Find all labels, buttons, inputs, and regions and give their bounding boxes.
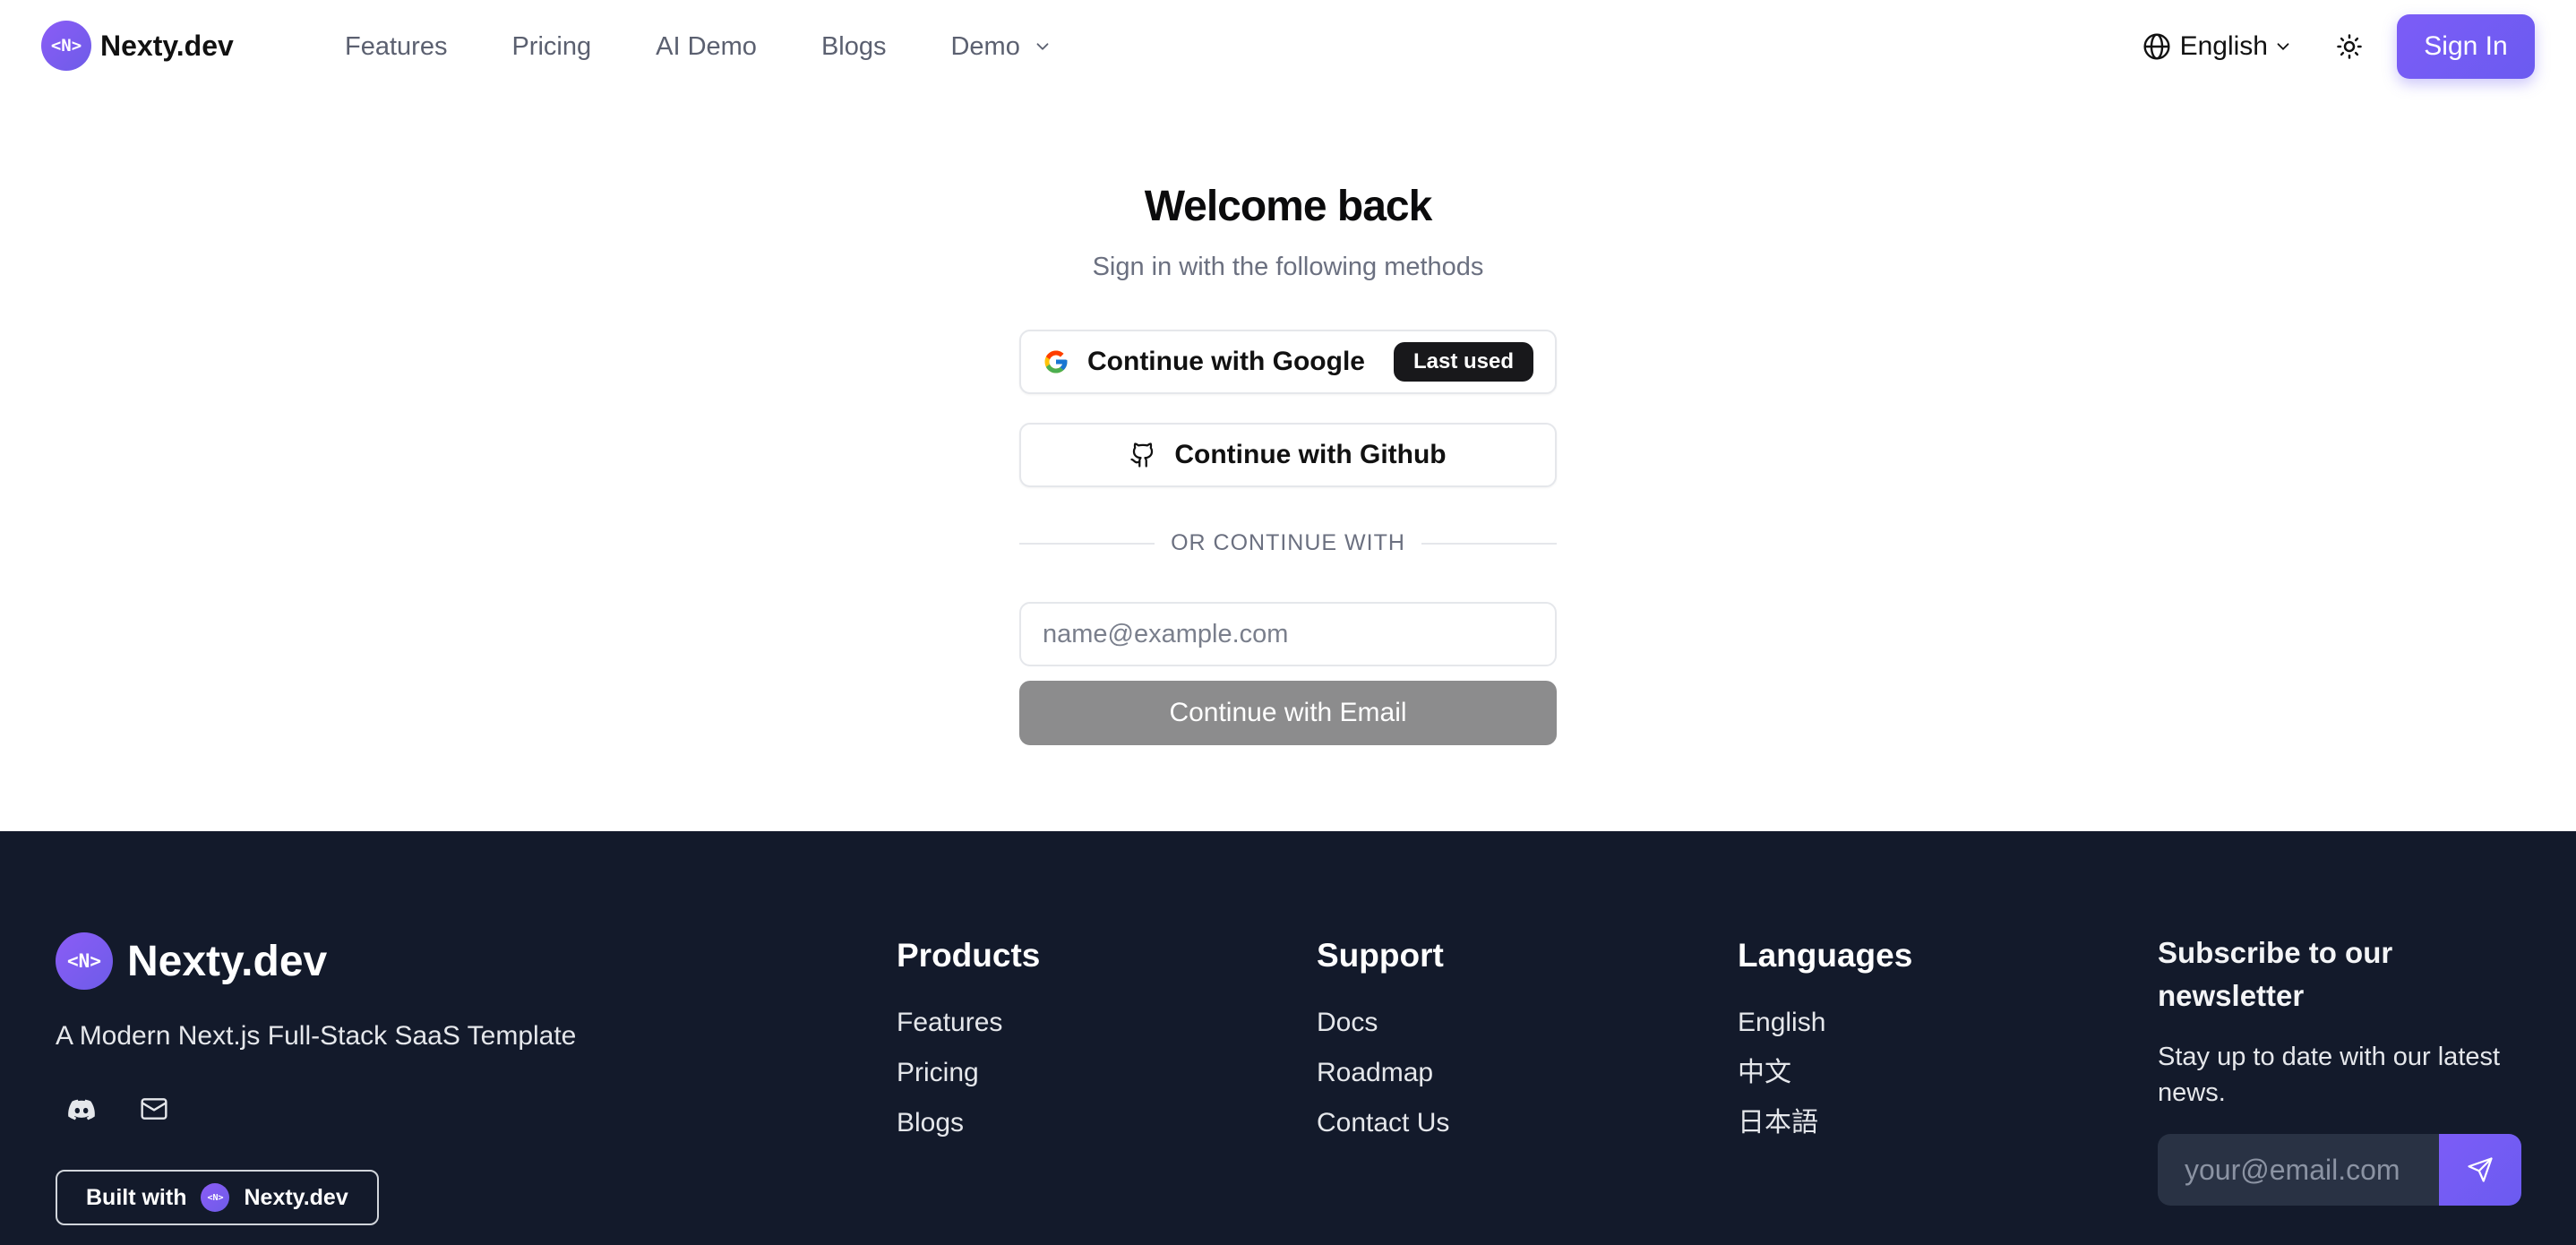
google-icon — [1044, 350, 1068, 374]
newsletter-title: Subscribe to our newsletter — [2158, 936, 2393, 1012]
github-signin-button[interactable]: Continue with Github — [1019, 423, 1557, 487]
footer-brand[interactable]: <N> Nexty.dev — [56, 932, 327, 990]
footer-brand-name: Nexty.dev — [127, 937, 328, 985]
nav-features[interactable]: Features — [345, 32, 447, 62]
built-with-label: Built with — [86, 1184, 187, 1210]
continue-email-button[interactable]: Continue with Email — [1019, 681, 1557, 745]
newsletter-email-input[interactable] — [2158, 1134, 2439, 1206]
last-used-badge: Last used — [1393, 342, 1533, 382]
sun-icon — [2337, 34, 2362, 59]
nav-blogs[interactable]: Blogs — [821, 32, 887, 62]
newsletter-description: Stay up to date with our latest news. — [2158, 1043, 2501, 1107]
google-signin-button[interactable]: Continue with Google Last used — [1019, 330, 1557, 394]
language-switcher[interactable]: English — [2142, 31, 2302, 62]
page-title: Welcome back — [1144, 183, 1433, 230]
footer-link-pricing[interactable]: Pricing — [897, 1055, 1040, 1105]
newsletter-submit-button[interactable] — [2439, 1134, 2521, 1206]
footer-languages: Languages English 中文 日本語 — [1738, 937, 1912, 1155]
page-subtitle: Sign in with the following methods — [1092, 253, 1484, 281]
site-footer: <N> Nexty.dev A Modern Next.js Full-Stac… — [0, 831, 2576, 1245]
chevron-down-icon — [2277, 43, 2289, 51]
newsletter: Subscribe to our newsletter Stay up to d… — [2158, 932, 2525, 1111]
nav-demo-label: Demo — [950, 31, 1020, 61]
footer-link-docs[interactable]: Docs — [1317, 1005, 1449, 1055]
or-divider: OR CONTINUE WITH — [1019, 530, 1558, 556]
footer-lang-japanese[interactable]: 日本語 — [1738, 1105, 1912, 1155]
brand-link[interactable]: <N> Nexty.dev — [41, 21, 234, 71]
google-label: Continue with Google — [1087, 347, 1365, 376]
footer-link-contact[interactable]: Contact Us — [1317, 1105, 1449, 1155]
discord-icon — [68, 1099, 95, 1120]
nav-ai-demo[interactable]: AI Demo — [656, 32, 757, 62]
divider-text: OR CONTINUE WITH — [1171, 530, 1405, 555]
footer-lang-chinese[interactable]: 中文 — [1738, 1055, 1912, 1105]
theme-toggle[interactable] — [2336, 33, 2363, 60]
chevron-down-icon — [1036, 43, 1049, 50]
language-label: English — [2179, 31, 2268, 61]
newsletter-form — [2158, 1134, 2521, 1206]
logo-icon: <N> — [41, 21, 91, 71]
built-with-brand: Nexty.dev — [244, 1184, 348, 1210]
divider-line — [1421, 542, 1558, 545]
footer-lang-english[interactable]: English — [1738, 1005, 1912, 1055]
globe-icon — [2143, 33, 2170, 60]
email-field[interactable] — [1019, 602, 1557, 666]
divider-line — [1019, 542, 1155, 545]
logo-icon: <N> — [56, 932, 113, 990]
site-header: <N> Nexty.dev Features Pricing AI Demo B… — [0, 0, 2576, 93]
footer-tagline: A Modern Next.js Full-Stack SaaS Templat… — [56, 1021, 577, 1051]
github-icon — [1130, 442, 1154, 468]
footer-products: Products Features Pricing Blogs — [897, 937, 1040, 1155]
nav-pricing[interactable]: Pricing — [511, 32, 591, 62]
social-links — [66, 1095, 211, 1125]
discord-link[interactable] — [66, 1095, 97, 1125]
footer-support-title: Support — [1317, 937, 1444, 974]
footer-link-blogs[interactable]: Blogs — [897, 1105, 1040, 1155]
email-link[interactable] — [140, 1095, 168, 1125]
header-actions: English Sign In — [2142, 14, 2535, 79]
built-with-badge[interactable]: Built with <N> Nexty.dev — [56, 1170, 379, 1225]
nav-demo-dropdown[interactable]: Demo — [950, 32, 1052, 62]
brand-name: Nexty.dev — [100, 29, 234, 62]
footer-link-features[interactable]: Features — [897, 1005, 1040, 1055]
main-nav: Features Pricing AI Demo Blogs Demo — [345, 0, 1117, 93]
mail-icon — [141, 1098, 167, 1120]
send-icon — [2468, 1157, 2493, 1182]
sign-in-button[interactable]: Sign In — [2397, 14, 2535, 79]
github-label: Continue with Github — [1174, 440, 1447, 469]
footer-support: Support Docs Roadmap Contact Us — [1317, 937, 1449, 1155]
logo-icon: <N> — [201, 1183, 230, 1212]
footer-languages-title: Languages — [1738, 937, 1913, 974]
footer-products-title: Products — [897, 937, 1041, 974]
footer-link-roadmap[interactable]: Roadmap — [1317, 1055, 1449, 1105]
